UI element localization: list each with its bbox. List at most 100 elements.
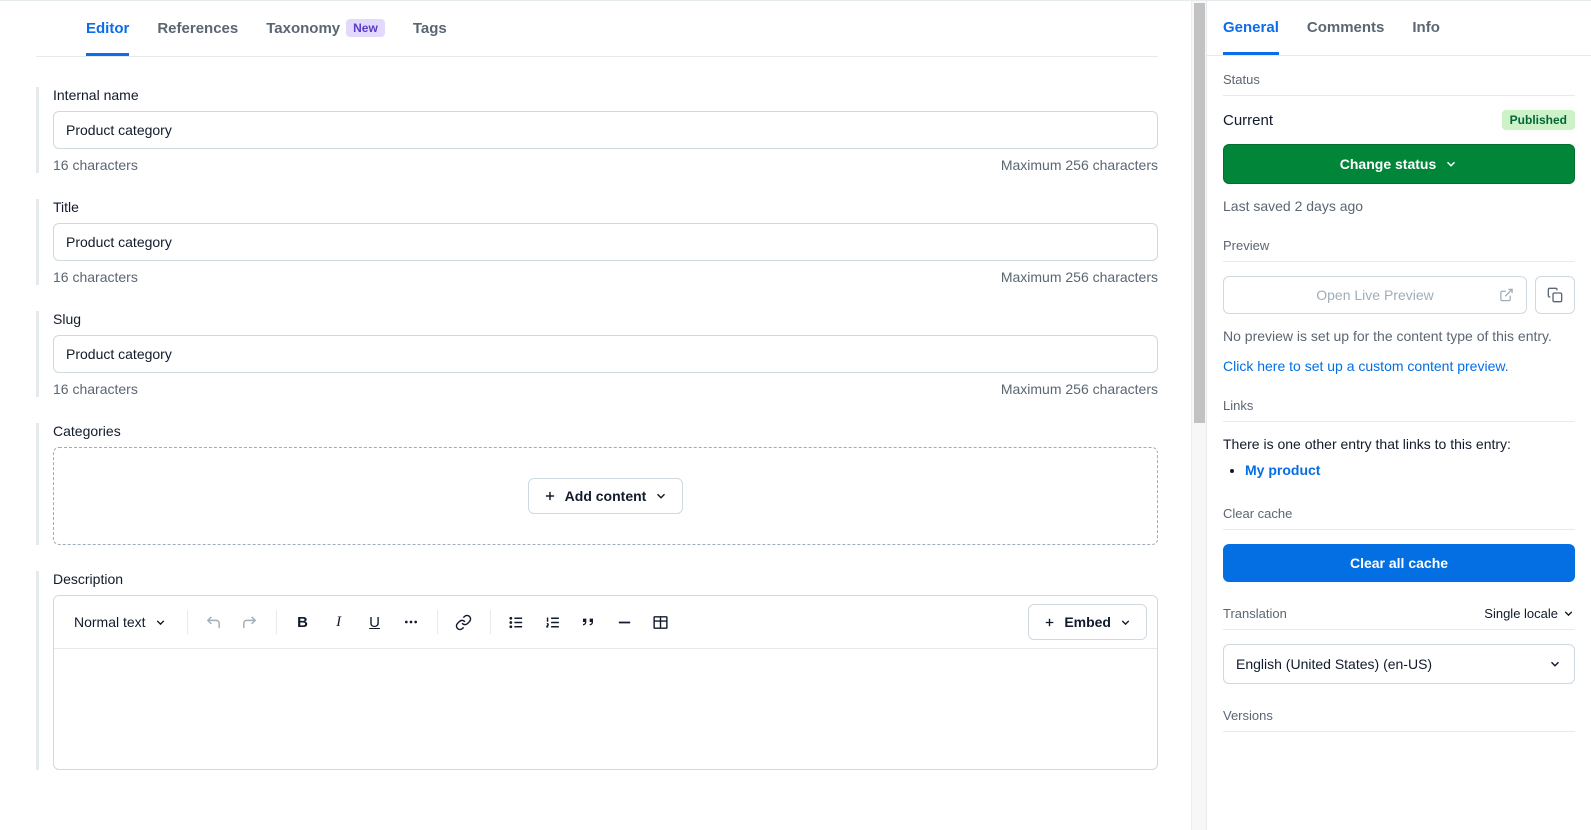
open-live-preview-button[interactable]: Open Live Preview (1223, 276, 1527, 314)
status-header: Status (1223, 72, 1575, 96)
section-links: Links There is one other entry that link… (1207, 382, 1591, 490)
copy-preview-button[interactable] (1535, 276, 1575, 314)
separator (276, 610, 277, 634)
embed-button[interactable]: Embed (1028, 604, 1147, 640)
field-slug: Slug 16 characters Maximum 256 character… (36, 311, 1158, 397)
links-note: There is one other entry that links to t… (1223, 436, 1575, 452)
versions-header: Versions (1223, 708, 1575, 732)
copy-icon (1547, 287, 1563, 303)
internal-name-max: Maximum 256 characters (1001, 157, 1158, 173)
field-internal-name: Internal name 16 characters Maximum 256 … (36, 87, 1158, 173)
slug-label: Slug (53, 311, 1158, 327)
internal-name-count: 16 characters (53, 157, 138, 173)
chevron-down-icon (1119, 616, 1132, 629)
locale-value: English (United States) (en-US) (1236, 656, 1432, 672)
table-button[interactable] (645, 606, 677, 638)
clear-cache-button[interactable]: Clear all cache (1223, 544, 1575, 582)
title-count: 16 characters (53, 269, 138, 285)
more-icon (403, 614, 419, 630)
sidebar-tab-general[interactable]: General (1223, 1, 1279, 55)
chevron-down-icon (1444, 157, 1458, 171)
tab-taxonomy[interactable]: Taxonomy New (266, 1, 385, 56)
quote-button[interactable] (573, 606, 605, 638)
section-translation: Translation Single locale English (Unite… (1207, 590, 1591, 692)
change-status-button[interactable]: Change status (1223, 144, 1575, 184)
section-versions: Versions (1207, 692, 1591, 740)
field-title: Title 16 characters Maximum 256 characte… (36, 199, 1158, 285)
chevron-down-icon (154, 616, 167, 629)
title-input[interactable] (53, 223, 1158, 261)
hr-icon (616, 614, 633, 631)
sidebar-tab-comments[interactable]: Comments (1307, 1, 1385, 55)
scrollbar[interactable] (1191, 1, 1206, 830)
quote-icon (581, 614, 597, 630)
sidebar: General Comments Info Status Current Pub… (1206, 1, 1591, 830)
status-current-label: Current (1223, 112, 1273, 129)
categories-dropzone: Add content (53, 447, 1158, 545)
more-button[interactable] (395, 606, 427, 638)
links-header: Links (1223, 398, 1575, 422)
setup-preview-link[interactable]: Click here to set up a custom content pr… (1223, 358, 1575, 374)
separator (187, 610, 188, 634)
bold-button[interactable]: B (287, 606, 319, 638)
internal-name-input[interactable] (53, 111, 1158, 149)
ordered-list-icon (544, 614, 561, 631)
rte-text-style-label: Normal text (74, 614, 146, 630)
main-tabs: Editor References Taxonomy New Tags (36, 1, 1158, 57)
external-link-icon (1499, 288, 1514, 303)
internal-name-label: Internal name (53, 87, 1158, 103)
table-icon (652, 614, 669, 631)
field-categories: Categories Add content (36, 423, 1158, 545)
links-list: My product (1223, 462, 1575, 478)
translation-mode-label: Single locale (1484, 606, 1558, 621)
tab-tags[interactable]: Tags (413, 1, 447, 56)
preview-note: No preview is set up for the content typ… (1223, 328, 1575, 344)
open-live-preview-label: Open Live Preview (1316, 287, 1434, 303)
sidebar-tabs: General Comments Info (1207, 1, 1591, 56)
plus-icon (543, 489, 557, 503)
title-max: Maximum 256 characters (1001, 269, 1158, 285)
rte-text-style[interactable]: Normal text (64, 608, 177, 636)
rte-body[interactable] (54, 649, 1157, 769)
tab-editor[interactable]: Editor (86, 1, 129, 56)
separator (437, 610, 438, 634)
underline-button[interactable]: U (359, 606, 391, 638)
last-saved: Last saved 2 days ago (1223, 198, 1575, 214)
slug-input[interactable] (53, 335, 1158, 373)
section-preview: Preview Open Live Preview No preview is … (1207, 222, 1591, 382)
link-icon (455, 614, 472, 631)
change-status-label: Change status (1340, 156, 1436, 172)
bullet-list-icon (508, 614, 525, 631)
preview-header: Preview (1223, 238, 1575, 262)
field-description: Description Normal text (36, 571, 1158, 770)
section-status: Status Current Published Change status L… (1207, 56, 1591, 222)
badge-new: New (346, 19, 385, 37)
translation-mode[interactable]: Single locale (1484, 606, 1575, 621)
sidebar-tab-info[interactable]: Info (1412, 1, 1440, 55)
scrollbar-thumb[interactable] (1194, 3, 1205, 423)
locale-select[interactable]: English (United States) (en-US) (1223, 644, 1575, 684)
undo-icon (205, 614, 222, 631)
plus-icon (1043, 616, 1056, 629)
italic-button[interactable]: I (323, 606, 355, 638)
section-cache: Clear cache Clear all cache (1207, 490, 1591, 590)
redo-button[interactable] (234, 606, 266, 638)
link-button[interactable] (448, 606, 480, 638)
title-label: Title (53, 199, 1158, 215)
cache-header: Clear cache (1223, 506, 1575, 530)
tab-taxonomy-label: Taxonomy (266, 20, 340, 37)
bullet-list-button[interactable] (501, 606, 533, 638)
tab-references[interactable]: References (157, 1, 238, 56)
rte-toolbar: Normal text B I (54, 596, 1157, 649)
slug-count: 16 characters (53, 381, 138, 397)
hr-button[interactable] (609, 606, 641, 638)
undo-button[interactable] (198, 606, 230, 638)
chevron-down-icon (654, 489, 668, 503)
ordered-list-button[interactable] (537, 606, 569, 638)
linked-entry[interactable]: My product (1245, 462, 1320, 478)
separator (490, 610, 491, 634)
status-badge: Published (1502, 110, 1575, 130)
categories-label: Categories (53, 423, 1158, 439)
add-content-label: Add content (565, 488, 647, 504)
add-content-button[interactable]: Add content (528, 478, 684, 514)
